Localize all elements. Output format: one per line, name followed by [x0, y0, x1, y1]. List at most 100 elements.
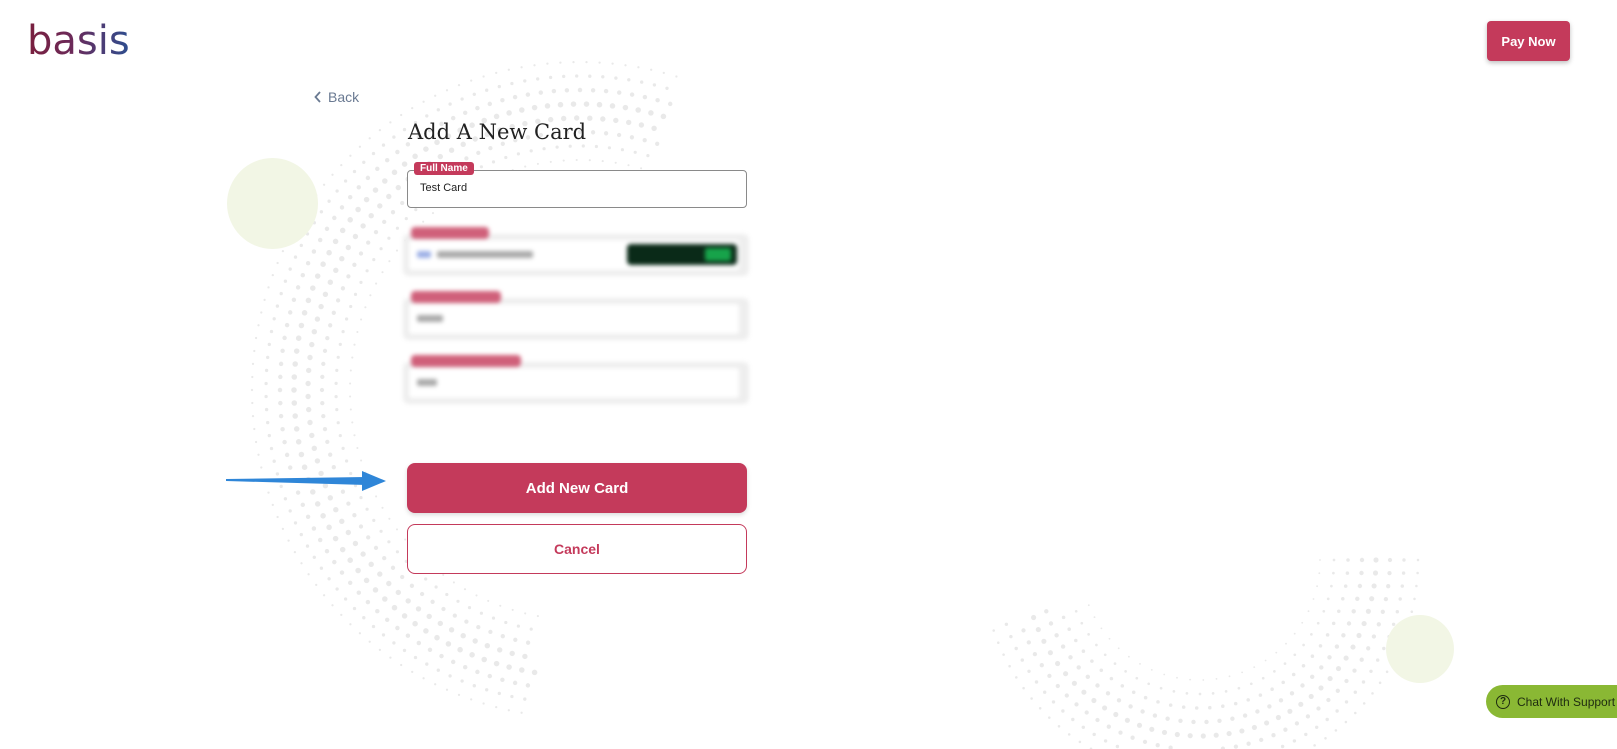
background-dot	[667, 101, 673, 107]
background-dot	[1067, 733, 1071, 736]
background-dot	[315, 583, 318, 587]
background-dot	[283, 497, 288, 501]
background-dot	[349, 154, 352, 157]
background-dot	[562, 159, 565, 162]
background-dot	[651, 125, 657, 131]
background-dot	[1387, 557, 1393, 563]
background-dot	[338, 342, 342, 346]
background-dot	[1163, 673, 1166, 676]
background-dot	[1224, 690, 1228, 693]
background-dot	[601, 75, 605, 79]
background-dot	[325, 439, 330, 445]
background-dot	[295, 335, 302, 341]
background-dot	[392, 641, 396, 645]
background-dot	[499, 604, 502, 607]
basis-logo[interactable]: basis	[27, 18, 130, 64]
background-dot	[1022, 686, 1025, 690]
background-dot	[523, 697, 527, 701]
background-dot	[590, 130, 596, 135]
background-dot	[1189, 678, 1192, 681]
background-dot	[405, 633, 411, 638]
back-link[interactable]: Back	[314, 89, 359, 105]
background-dot	[1361, 621, 1367, 627]
background-dot	[585, 60, 588, 64]
background-dot	[306, 367, 312, 374]
add-new-card-button[interactable]: Add New Card	[407, 463, 747, 513]
background-dot	[269, 329, 274, 334]
background-dot	[340, 163, 343, 167]
card-number-field[interactable]	[403, 227, 749, 276]
background-dot	[375, 282, 378, 285]
background-dot	[523, 79, 527, 83]
background-dot	[322, 183, 326, 186]
background-dot	[1176, 676, 1178, 679]
background-dot	[389, 121, 392, 124]
expiration-field[interactable]	[403, 291, 749, 340]
background-dot	[1376, 622, 1381, 627]
background-dot	[400, 663, 403, 667]
background-dot	[434, 94, 437, 97]
background-dot	[1150, 668, 1153, 671]
background-dot	[1298, 701, 1304, 707]
background-dot	[395, 249, 399, 252]
background-dot	[368, 640, 371, 643]
cancel-button[interactable]: Cancel	[407, 524, 747, 574]
background-dot	[1353, 690, 1358, 694]
background-dot	[1002, 653, 1005, 656]
background-dot	[309, 341, 315, 348]
background-dot	[305, 514, 311, 520]
background-dot	[646, 154, 650, 158]
background-dot	[1139, 662, 1141, 665]
background-dot	[497, 647, 503, 653]
background-dot	[295, 439, 302, 445]
background-dot	[1372, 570, 1379, 576]
background-dot	[360, 318, 363, 321]
card-number-input[interactable]	[409, 240, 739, 270]
background-dot	[1032, 651, 1038, 657]
background-dot	[1382, 646, 1386, 651]
background-dot	[368, 213, 374, 219]
background-dot	[1327, 676, 1333, 682]
background-dot	[1108, 637, 1111, 640]
background-dot	[616, 132, 622, 138]
background-dot	[460, 679, 464, 683]
background-dot	[1285, 642, 1287, 645]
background-dot	[1117, 647, 1120, 650]
background-dot	[472, 638, 478, 644]
background-dot	[327, 577, 331, 581]
background-dot	[382, 219, 387, 225]
background-dot	[314, 501, 321, 507]
background-dot	[352, 233, 359, 240]
expiration-value	[417, 315, 443, 322]
full-name-input[interactable]: Test Card	[407, 170, 747, 208]
background-dot	[366, 535, 371, 540]
background-dot	[1178, 718, 1183, 723]
security-code-input[interactable]	[409, 368, 739, 398]
full-name-field[interactable]: Test Card Full Name	[407, 162, 747, 208]
background-dot	[346, 274, 351, 279]
pay-with-link-button[interactable]	[627, 244, 737, 265]
security-code-field[interactable]	[403, 355, 749, 404]
background-dot	[382, 555, 387, 561]
background-dot	[1120, 684, 1125, 688]
background-dot	[371, 624, 376, 629]
background-dot	[1109, 676, 1114, 681]
pay-now-button[interactable]: Pay Now	[1487, 21, 1570, 61]
background-dot	[1324, 737, 1327, 740]
background-dot	[251, 362, 255, 366]
chat-with-support-button[interactable]: ? Chat With Support	[1486, 685, 1617, 718]
background-dot	[1275, 651, 1278, 654]
background-dot	[1168, 745, 1173, 749]
background-dot	[339, 205, 345, 210]
background-dot	[1326, 697, 1331, 703]
background-dot	[335, 189, 339, 193]
background-dot	[358, 251, 364, 256]
background-dot	[1385, 670, 1389, 674]
background-dot	[460, 633, 466, 639]
background-dot	[1091, 697, 1097, 704]
background-dot	[364, 306, 367, 309]
background-dot	[992, 629, 995, 632]
expiration-input[interactable]	[409, 304, 739, 334]
background-dot	[1292, 739, 1297, 743]
background-dot	[562, 74, 566, 79]
